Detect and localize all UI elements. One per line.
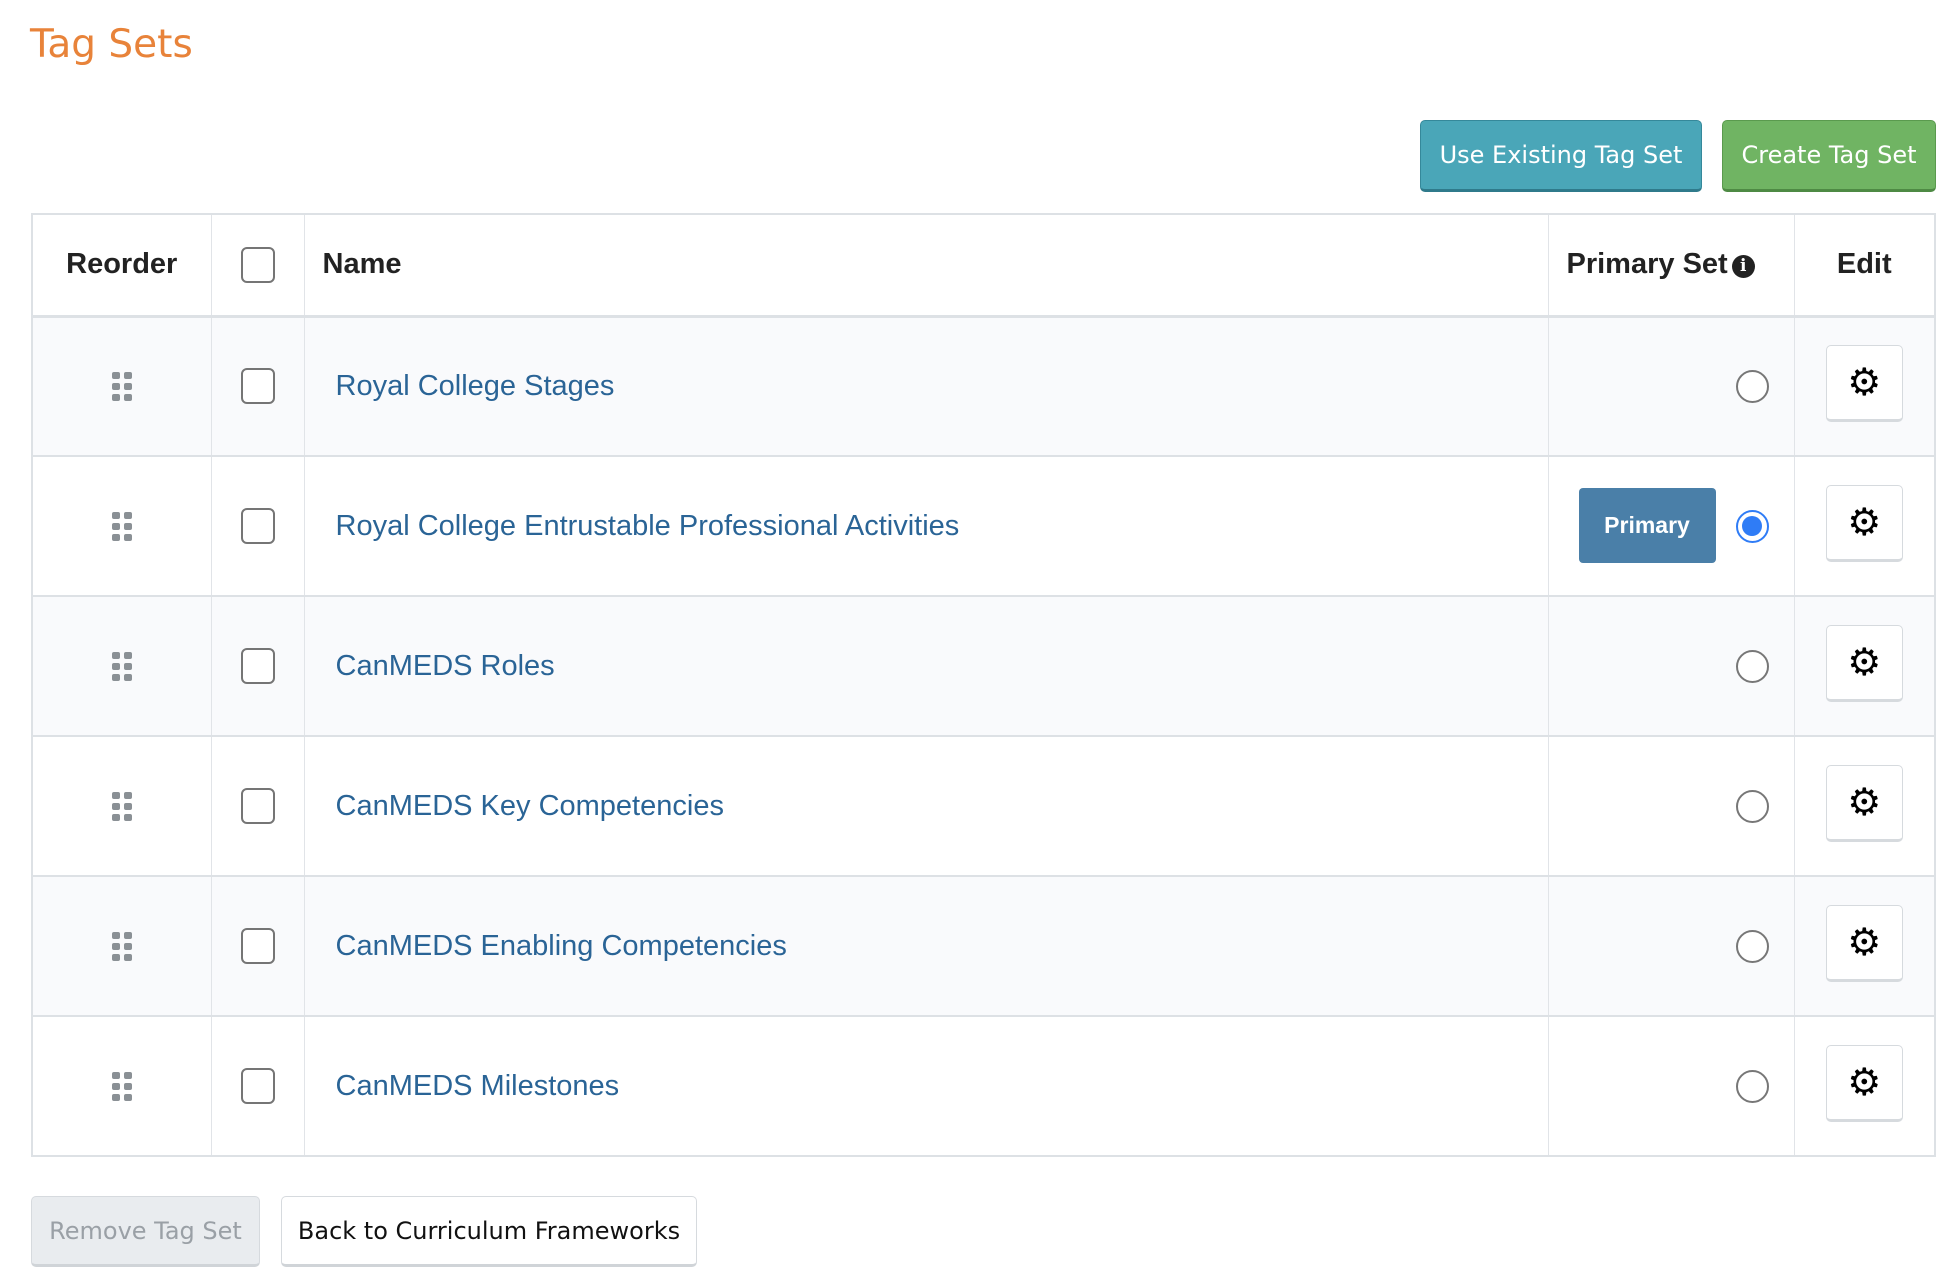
row-checkbox[interactable] [240,1068,275,1104]
select-cell [210,735,305,877]
drag-handle-icon[interactable] [111,651,132,681]
drag-handle-icon[interactable] [111,931,132,961]
tag-set-name-link[interactable]: CanMEDS Enabling Competencies [303,875,1549,1017]
edit-gear-button[interactable]: ⚙ [1825,904,1903,982]
table-row: Royal College Entrustable Professional A… [31,455,1936,597]
gear-icon: ⚙ [1847,501,1882,544]
header-edit: Edit [1793,213,1936,318]
edit-gear-button[interactable]: ⚙ [1825,624,1903,702]
header-name: Name [303,213,1549,318]
select-all-checkbox[interactable] [240,246,275,283]
drag-handle-icon[interactable] [111,1071,132,1101]
edit-gear-button[interactable]: ⚙ [1825,344,1903,422]
tag-set-name-link[interactable]: CanMEDS Key Competencies [303,735,1549,877]
drag-handle-icon[interactable] [111,791,132,821]
use-existing-tag-set-button[interactable]: Use Existing Tag Set [1420,120,1702,192]
table-row: CanMEDS Milestones ⚙ [31,1015,1936,1157]
table-row: CanMEDS Key Competencies ⚙ [31,735,1936,877]
primary-set-cell [1547,1015,1795,1157]
reorder-cell [31,875,212,1017]
gear-icon: ⚙ [1847,361,1882,404]
header-reorder: Reorder [31,213,212,318]
remove-tag-set-button[interactable]: Remove Tag Set [31,1196,260,1267]
row-checkbox[interactable] [240,928,275,964]
edit-cell: ⚙ [1793,595,1936,737]
tag-sets-table: Reorder Name Primary Set i Edit Royal Col… [31,213,1936,1157]
drag-handle-icon[interactable] [111,371,132,401]
back-to-curriculum-frameworks-button[interactable]: Back to Curriculum Frameworks [281,1196,697,1267]
table-header-row: Reorder Name Primary Set i Edit [31,213,1936,318]
primary-set-cell [1547,735,1795,877]
select-cell [210,455,305,597]
select-cell [210,875,305,1017]
reorder-cell [31,1015,212,1157]
tag-set-name-link[interactable]: Royal College Entrustable Professional A… [303,455,1549,597]
primary-set-cell [1547,875,1795,1017]
edit-gear-button[interactable]: ⚙ [1825,484,1903,562]
edit-cell: ⚙ [1793,315,1936,457]
gear-icon: ⚙ [1847,641,1882,684]
primary-set-radio[interactable] [1735,790,1769,823]
drag-handle-icon[interactable] [111,511,132,541]
tag-set-name-link[interactable]: CanMEDS Roles [303,595,1549,737]
edit-cell: ⚙ [1793,455,1936,597]
primary-badge: Primary [1578,488,1716,563]
info-icon[interactable]: i [1731,255,1755,279]
reorder-cell [31,455,212,597]
header-select-all [210,213,305,318]
edit-gear-button[interactable]: ⚙ [1825,1044,1903,1122]
row-checkbox[interactable] [240,648,275,684]
tag-set-name-link[interactable]: Royal College Stages [303,315,1549,457]
row-checkbox[interactable] [240,368,275,405]
edit-cell: ⚙ [1793,875,1936,1017]
table-row: CanMEDS Roles ⚙ [31,595,1936,737]
table-row: CanMEDS Enabling Competencies ⚙ [31,875,1936,1017]
primary-set-radio[interactable] [1735,370,1769,404]
tag-set-name-link[interactable]: CanMEDS Milestones [303,1015,1549,1157]
row-checkbox[interactable] [240,788,275,824]
primary-set-radio[interactable] [1735,650,1769,683]
header-primary-label: Primary Set [1566,248,1728,281]
select-cell [210,1015,305,1157]
gear-icon: ⚙ [1847,921,1882,964]
reorder-cell [31,735,212,877]
page-title: Tag Sets [30,22,193,67]
row-checkbox[interactable] [240,508,275,544]
edit-cell: ⚙ [1793,1015,1936,1157]
primary-set-cell [1547,315,1795,457]
select-cell [210,595,305,737]
reorder-cell [31,315,212,457]
primary-set-radio[interactable] [1735,510,1769,543]
gear-icon: ⚙ [1847,1061,1882,1104]
select-cell [210,315,305,457]
create-tag-set-button[interactable]: Create Tag Set [1722,120,1936,192]
table-row: Royal College Stages ⚙ [31,315,1936,457]
header-primary-set: Primary Set i [1547,213,1795,318]
primary-set-cell [1547,595,1795,737]
primary-set-radio[interactable] [1735,930,1769,963]
edit-cell: ⚙ [1793,735,1936,877]
reorder-cell [31,595,212,737]
gear-icon: ⚙ [1847,781,1882,824]
primary-set-radio[interactable] [1735,1070,1769,1103]
primary-set-cell: Primary [1547,455,1795,597]
edit-gear-button[interactable]: ⚙ [1825,764,1903,842]
